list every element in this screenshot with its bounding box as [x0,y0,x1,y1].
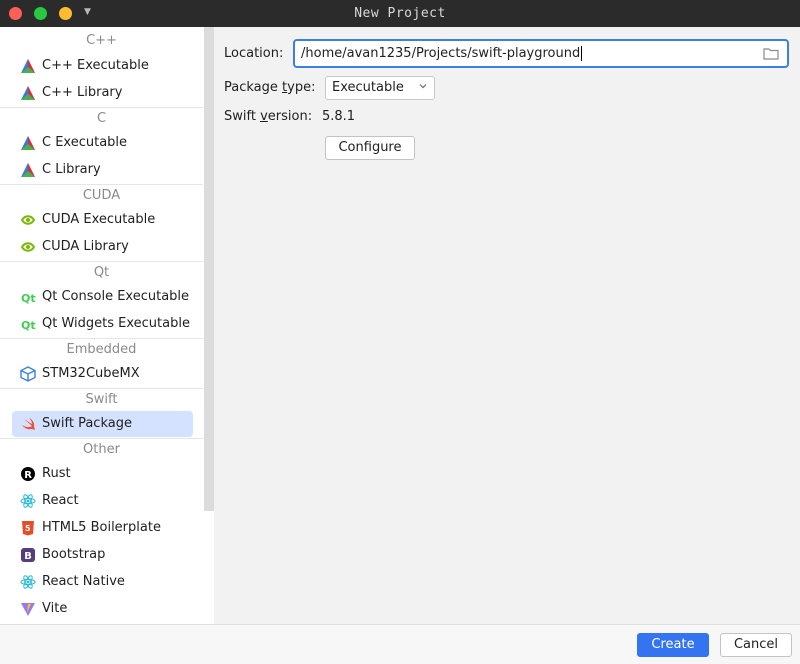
sidebar-item-react[interactable]: React [12,488,193,514]
react-icon [20,575,36,589]
sidebar-item-label: C++ Executable [42,58,149,73]
qt-icon: Qt [21,292,36,305]
project-settings-panel: Location: /home/avan1235/Projects/swift-… [214,27,800,624]
svg-text:R: R [24,470,32,481]
sidebar-item-label: CUDA Executable [42,212,156,227]
sidebar-item-label: Rust [42,466,71,481]
sidebar-item-qt-console-executable[interactable]: Qt Qt Console Executable [12,284,193,310]
sidebar-item-label: HTML5 Boilerplate [42,520,161,535]
sidebar-item-label: C Executable [42,135,128,150]
group-header-qt: Qt [0,261,203,283]
sidebar-item-swift-package[interactable]: Swift Package [12,411,193,437]
sidebar-item-label: Qt Widgets Executable [42,316,190,331]
bootstrap-icon: B [21,548,35,562]
group-header-other: Other [0,438,203,460]
configure-button[interactable]: Configure [325,136,415,160]
window-title: New Project [354,6,446,21]
cmake-icon [21,136,35,150]
sidebar-item-label: Qt Console Executable [42,289,190,304]
html5-icon: 5 [22,521,34,536]
sidebar-item-cuda-library[interactable]: CUDA Library [12,234,193,260]
sidebar-item-rust[interactable]: R Rust [12,461,193,487]
sidebar-item-qt-widgets-executable[interactable]: Qt Qt Widgets Executable [12,311,193,337]
sidebar-item-html5-boilerplate[interactable]: 5 HTML5 Boilerplate [12,515,193,541]
sidebar-item-label: Swift Package [42,416,132,431]
sidebar-item-react-native[interactable]: React Native [12,569,193,595]
vite-icon [21,603,35,616]
svg-text:B: B [24,551,32,562]
title-bar: ▼ New Project [0,0,800,27]
create-button[interactable]: Create [637,633,709,657]
sidebar-item-stm32cubemx[interactable]: STM32CubeMX [12,361,193,387]
sidebar-item-cpp-executable[interactable]: C++ Executable [12,53,193,79]
cube-icon [20,366,36,382]
folder-icon[interactable] [763,47,779,60]
nvidia-icon [20,242,36,252]
sidebar-item-bootstrap[interactable]: B Bootstrap [12,542,193,568]
cmake-icon [21,163,35,177]
rust-icon: R [21,467,35,481]
cancel-button[interactable]: Cancel [720,633,792,657]
swift-icon [22,418,35,430]
qt-icon: Qt [21,319,36,332]
sidebar-item-label: Vite [42,601,68,616]
sidebar-item-c-executable[interactable]: C Executable [12,130,193,156]
location-field[interactable]: /home/avan1235/Projects/swift-playground [293,39,789,68]
package-type-select[interactable]: Executable [325,76,435,100]
swift-version-label: Swift version: [224,109,313,124]
package-type-label: Package type: [224,80,316,95]
sidebar-item-label: React Native [42,574,125,589]
sidebar-item-label: C++ Library [42,85,123,100]
location-label: Location: [224,46,284,61]
sidebar-item-c-library[interactable]: C Library [12,157,193,183]
sidebar-item-cpp-library[interactable]: C++ Library [12,80,193,106]
sidebar-item-cuda-executable[interactable]: CUDA Executable [12,207,193,233]
group-header-c: C [0,107,203,129]
group-header-cuda: CUDA [0,184,203,206]
dialog-footer: Create Cancel [0,624,800,664]
group-header-embedded: Embedded [0,338,203,360]
sidebar-item-label: STM32CubeMX [42,366,140,381]
sidebar-scrollbar[interactable] [204,27,214,511]
cmake-icon [21,59,35,73]
sidebar-item-label: C Library [42,162,101,177]
svg-text:Qt: Qt [21,319,36,332]
sidebar-item-label: CUDA Library [42,239,129,254]
sidebar-item-label: Bootstrap [42,547,106,562]
nvidia-icon [20,215,36,225]
sidebar-item-label: React [42,493,79,508]
swift-version-value: 5.8.1 [322,109,356,124]
chevron-down-icon [419,84,427,89]
sidebar-item-vite[interactable]: Vite [12,596,193,622]
group-header-cpp: C++ [86,33,117,48]
group-header-swift: Swift [0,388,203,410]
react-icon [20,494,36,508]
svg-text:Qt: Qt [21,292,36,305]
location-input[interactable]: /home/avan1235/Projects/swift-playground [301,46,580,61]
cmake-icon [21,86,35,100]
project-type-sidebar: C++ C++ Executable C++ Library C C Execu… [0,27,214,624]
package-type-value: Executable [332,80,404,95]
svg-text:5: 5 [25,524,31,533]
